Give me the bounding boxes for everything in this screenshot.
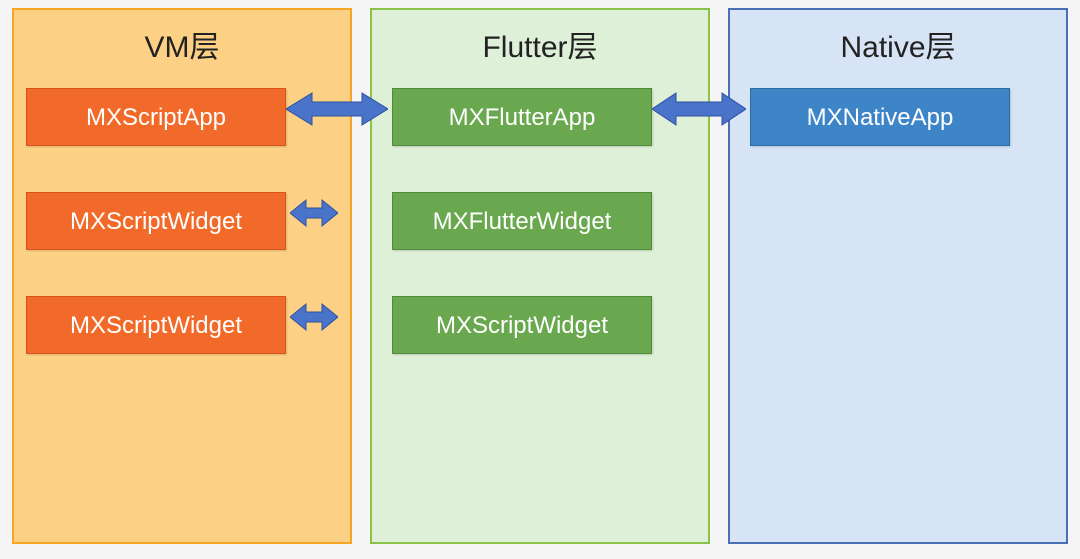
box-mxscriptapp: MXScriptApp xyxy=(26,88,286,146)
bidir-arrow-icon xyxy=(652,90,746,128)
box-mxscriptwidget-3: MXScriptWidget xyxy=(392,296,652,354)
box-mxscriptwidget-2: MXScriptWidget xyxy=(26,296,286,354)
column-flutter-title: Flutter层 xyxy=(372,22,708,66)
bidir-arrow-icon xyxy=(290,198,338,228)
column-native-title: Native层 xyxy=(730,22,1066,66)
box-mxflutterapp: MXFlutterApp xyxy=(392,88,652,146)
column-vm: VM层 MXScriptApp MXScriptWidget MXScriptW… xyxy=(12,8,352,544)
bidir-arrow-icon xyxy=(290,302,338,332)
bidir-arrow-icon xyxy=(286,90,388,128)
architecture-diagram: VM层 MXScriptApp MXScriptWidget MXScriptW… xyxy=(0,0,1080,559)
box-mxscriptwidget-1: MXScriptWidget xyxy=(26,192,286,250)
column-flutter: Flutter层 MXFlutterApp MXFlutterWidget MX… xyxy=(370,8,710,544)
column-vm-title: VM层 xyxy=(14,22,350,66)
box-mxflutterwidget: MXFlutterWidget xyxy=(392,192,652,250)
box-mxnativeapp: MXNativeApp xyxy=(750,88,1010,146)
column-native: Native层 MXNativeApp xyxy=(728,8,1068,544)
